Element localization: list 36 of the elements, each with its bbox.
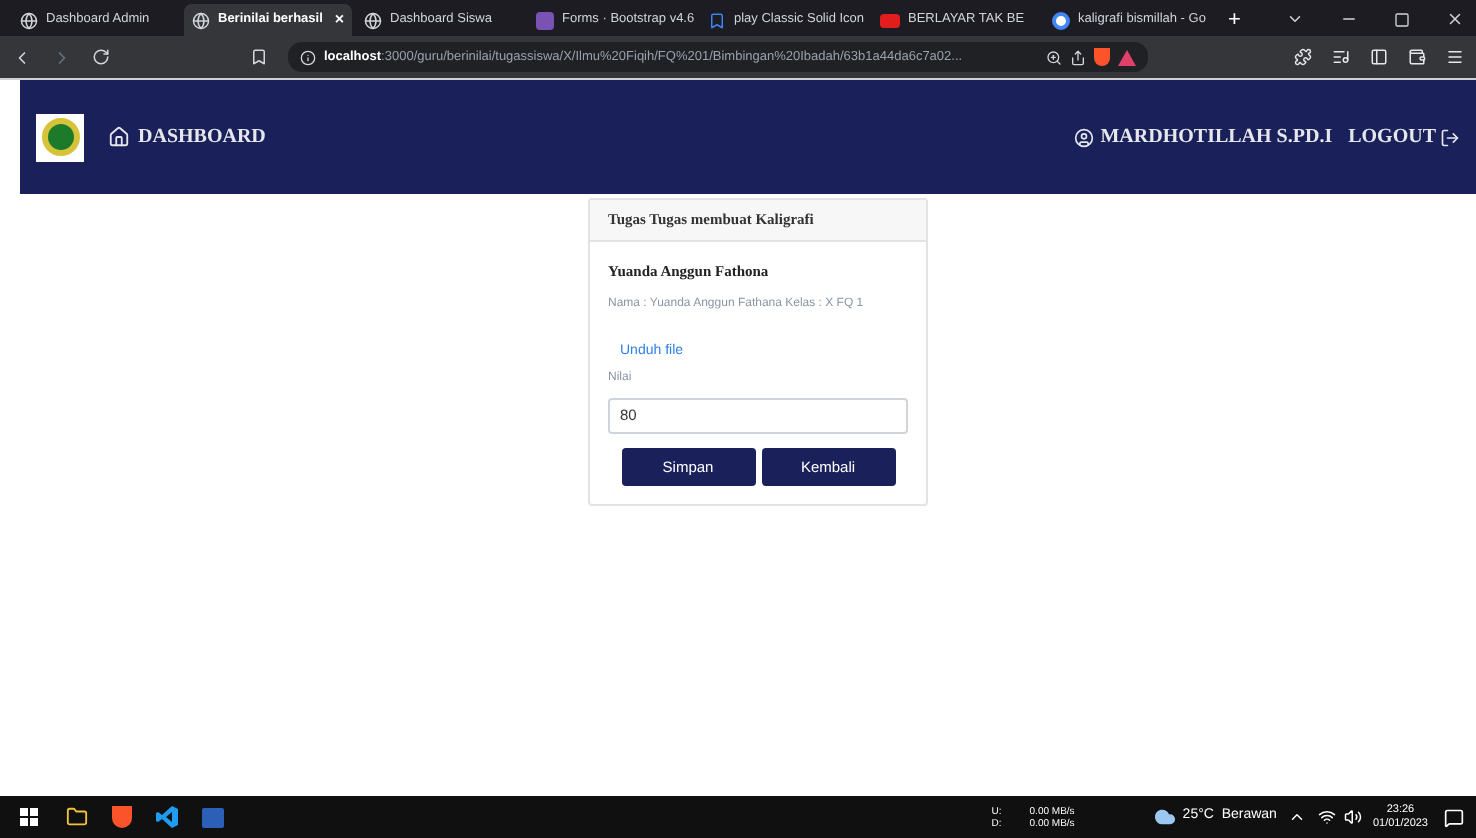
home-icon bbox=[108, 126, 130, 148]
wallet-icon[interactable] bbox=[1408, 48, 1426, 66]
reload-icon[interactable] bbox=[92, 48, 110, 66]
maximize-icon[interactable] bbox=[1394, 12, 1410, 28]
code-editor-icon[interactable] bbox=[156, 806, 178, 828]
playlist-icon[interactable] bbox=[1332, 48, 1350, 66]
sidebar-icon[interactable] bbox=[1370, 48, 1388, 66]
chevron-up-icon[interactable] bbox=[1288, 808, 1307, 826]
triangle-icon[interactable] bbox=[1118, 49, 1136, 65]
windows-start-icon[interactable] bbox=[20, 808, 38, 826]
tab-close-button[interactable]: × bbox=[334, 8, 344, 32]
new-tab-button[interactable]: + bbox=[1216, 4, 1253, 36]
bookmark-icon[interactable] bbox=[250, 48, 268, 66]
folder-icon[interactable] bbox=[66, 806, 88, 828]
extensions-icon[interactable] bbox=[1294, 48, 1312, 66]
user-name[interactable]: MARDHOTILLAH S.PD.I bbox=[1074, 122, 1333, 152]
globe-icon bbox=[192, 11, 210, 29]
close-icon[interactable] bbox=[1446, 10, 1464, 28]
notification-icon[interactable] bbox=[1444, 807, 1464, 827]
dashboard-link[interactable]: DASHBOARD bbox=[108, 122, 266, 152]
school-logo-icon bbox=[36, 113, 84, 161]
globe-icon bbox=[364, 11, 382, 29]
logout-icon bbox=[1440, 127, 1460, 147]
menu-icon[interactable] bbox=[1446, 48, 1464, 66]
share-icon[interactable] bbox=[1070, 49, 1086, 65]
shield-icon[interactable] bbox=[112, 806, 132, 828]
chevron-down-icon[interactable] bbox=[1286, 10, 1304, 28]
wifi-icon[interactable] bbox=[1318, 808, 1337, 826]
globe-icon bbox=[20, 11, 38, 29]
logout-link[interactable]: LOGOUT bbox=[1348, 122, 1460, 152]
info-icon bbox=[300, 49, 316, 65]
zoom-icon[interactable] bbox=[1046, 49, 1062, 65]
speaker-icon[interactable] bbox=[1344, 808, 1363, 826]
user-icon bbox=[1074, 127, 1095, 147]
shield-icon[interactable] bbox=[1094, 48, 1110, 66]
cloud-icon[interactable] bbox=[1154, 806, 1177, 828]
